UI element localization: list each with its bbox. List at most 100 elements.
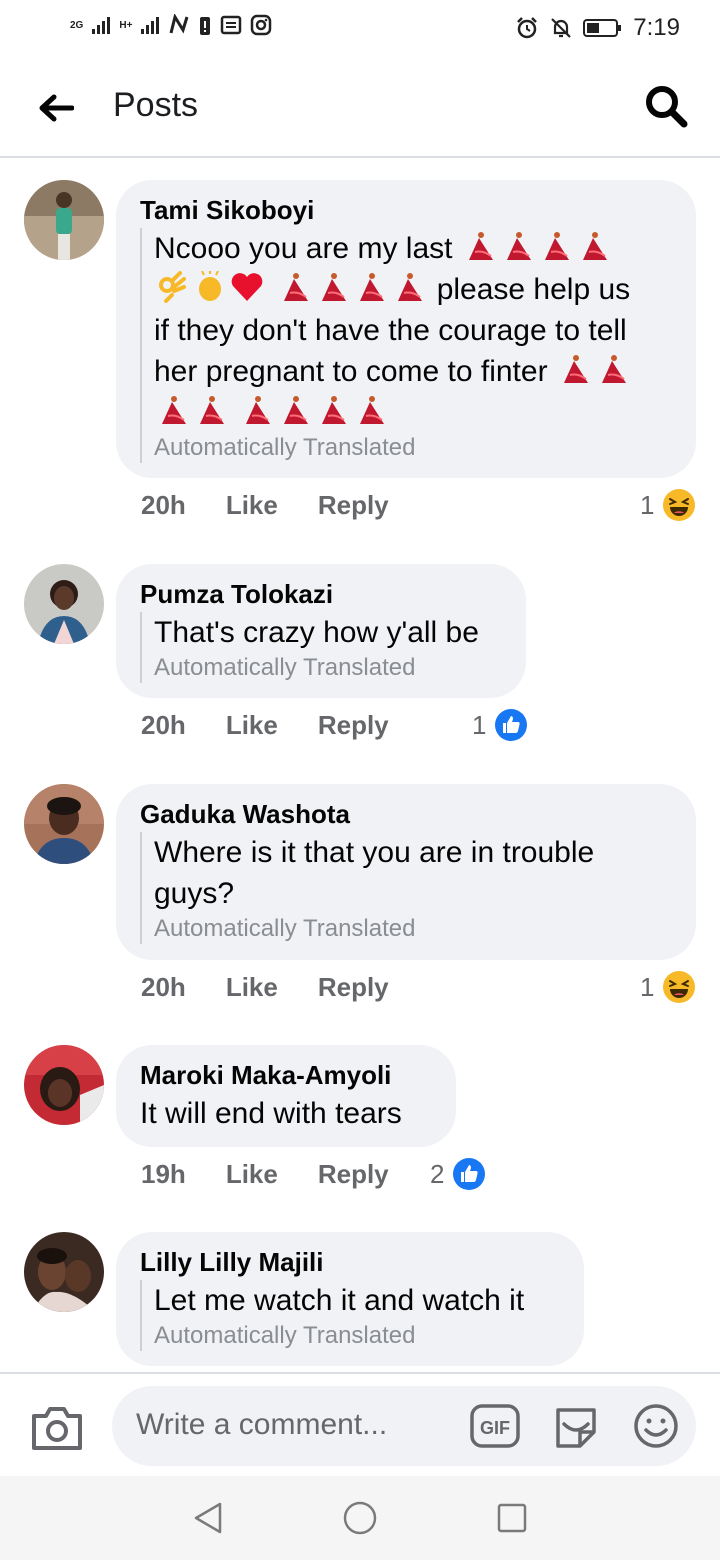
reply-button[interactable]: Reply [318, 490, 389, 521]
clap-emoji [192, 271, 230, 306]
reaction-count: 1 [472, 709, 487, 740]
auto-translated-label[interactable]: Automatically Translated [154, 1321, 560, 1351]
comment-author[interactable]: Pumza Tolokazi [140, 578, 502, 610]
avatar[interactable] [24, 1232, 104, 1312]
comment-bubble[interactable]: Gaduka Washota Where is it that you are … [116, 784, 696, 960]
signal-icon [92, 17, 111, 34]
haha-reaction-icon [663, 489, 696, 521]
comment-text-line: if they don't have the courage to tell [154, 314, 627, 347]
reaction-summary[interactable]: 1 [640, 488, 696, 522]
comment-text: That's crazy how y'all be [154, 616, 479, 649]
translated-quote: Let me watch it and watch it Automatical… [140, 1280, 560, 1351]
comment-author[interactable]: Tami Sikoboyi [140, 194, 672, 226]
smiley-icon [634, 1404, 678, 1448]
reaction-summary[interactable]: 1 [472, 708, 528, 742]
like-button[interactable]: Like [226, 490, 278, 521]
message-icon [221, 15, 242, 35]
top-app-bar: Posts [0, 56, 720, 158]
dancer-emoji-group [276, 273, 428, 306]
comment-timestamp[interactable]: 20h [141, 972, 186, 1003]
network-hplus-label: H+ [119, 19, 133, 31]
avatar[interactable] [24, 564, 104, 644]
comment-text: It will end with tears [140, 1097, 402, 1130]
translated-quote: That's crazy how y'all be Automatically … [140, 612, 502, 683]
avatar[interactable] [24, 1045, 104, 1125]
ok-hand-emoji [154, 271, 192, 306]
network-2g-label: 2G [70, 19, 84, 31]
comment-bubble[interactable]: Tami Sikoboyi Ncooo you are my last plea… [116, 180, 696, 478]
back-button[interactable] [34, 86, 78, 130]
auto-translated-label[interactable]: Automatically Translated [154, 653, 502, 683]
status-icons-right: 7:19 [515, 14, 680, 42]
comment-timestamp[interactable]: 20h [141, 710, 186, 741]
clock-time: 7:19 [633, 14, 680, 41]
nav-back-button[interactable] [190, 1500, 226, 1536]
sticker-button[interactable] [552, 1402, 600, 1450]
search-icon [646, 86, 688, 128]
comment-text-line: Ncooo you are my last [154, 228, 672, 269]
circle-home-icon [343, 1501, 377, 1535]
comment-author[interactable]: Maroki Maka-Amyoli [140, 1059, 432, 1091]
gif-button[interactable]: GIF [470, 1404, 520, 1448]
haha-reaction-icon [663, 971, 696, 1003]
arrow-left-icon [39, 94, 74, 122]
comment-text-line: Where is it that you are in trouble [154, 836, 595, 869]
reaction-count: 2 [430, 1158, 445, 1189]
reaction-summary[interactable]: 1 [640, 970, 696, 1004]
comment-input[interactable]: Write a comment... GIF [112, 1386, 696, 1466]
like-button[interactable]: Like [226, 710, 278, 741]
status-icons-left: 2G H+ [70, 14, 272, 36]
search-button[interactable] [642, 82, 690, 130]
comment-timestamp[interactable]: 19h [141, 1159, 186, 1190]
dancer-emoji-group [461, 232, 613, 265]
translated-quote: Ncooo you are my last please help us if … [140, 228, 672, 463]
avatar[interactable] [24, 784, 104, 864]
square-recents-icon [497, 1503, 527, 1533]
system-nav-bar [0, 1476, 720, 1560]
like-reaction-icon [495, 709, 528, 741]
comment-bubble[interactable]: Lilly Lilly Majili Let me watch it and w… [116, 1232, 584, 1366]
camera-button[interactable] [30, 1404, 84, 1452]
like-button[interactable]: Like [226, 972, 278, 1003]
reply-button[interactable]: Reply [318, 972, 389, 1003]
camera-icon [32, 1407, 82, 1450]
auto-translated-label[interactable]: Automatically Translated [154, 914, 672, 944]
reaction-count: 1 [640, 489, 655, 520]
translated-quote: Where is it that you are in trouble guys… [140, 832, 672, 944]
status-bar: 2G H+ 7:19 [0, 0, 720, 56]
comment-author[interactable]: Gaduka Washota [140, 798, 672, 830]
alarm-icon [517, 17, 538, 39]
battery-alert-icon [200, 17, 211, 35]
auto-translated-label[interactable]: Automatically Translated [154, 433, 672, 463]
instagram-icon [251, 14, 272, 36]
comment-text-line [154, 392, 672, 433]
reply-button[interactable]: Reply [318, 710, 389, 741]
comment-actions: 20h Like Reply [141, 710, 389, 741]
mute-icon [551, 18, 572, 38]
avatar[interactable] [24, 180, 104, 260]
signal-icon-2 [141, 17, 160, 34]
comment-text: Let me watch it and watch it [154, 1284, 525, 1317]
gif-icon: GIF [470, 1404, 520, 1448]
emoji-button[interactable] [632, 1402, 680, 1450]
comment-actions: 20h Like Reply [141, 972, 389, 1003]
comment-bubble[interactable]: Maroki Maka-Amyoli It will end with tear… [116, 1045, 456, 1147]
comments-list: Tami Sikoboyi Ncooo you are my last plea… [0, 160, 720, 1372]
like-button[interactable]: Like [226, 1159, 278, 1190]
comment-author[interactable]: Lilly Lilly Majili [140, 1246, 560, 1278]
nav-recents-button[interactable] [496, 1502, 528, 1534]
comment-text-line: please help us [154, 269, 672, 310]
reply-button[interactable]: Reply [318, 1159, 389, 1190]
nav-home-button[interactable] [342, 1500, 378, 1536]
triangle-back-icon [194, 1502, 222, 1534]
comment-composer: Write a comment... GIF [0, 1372, 720, 1476]
reaction-count: 1 [640, 971, 655, 1002]
comment-bubble[interactable]: Pumza Tolokazi That's crazy how y'all be… [116, 564, 526, 698]
reaction-summary[interactable]: 2 [430, 1157, 486, 1191]
comment-placeholder: Write a comment... [136, 1408, 388, 1441]
comment-timestamp[interactable]: 20h [141, 490, 186, 521]
comment-text-line: guys? [154, 877, 235, 910]
dancer-emoji-group [556, 355, 632, 388]
comment-actions: 19h Like Reply [141, 1159, 389, 1190]
comment-text-line: her pregnant to come to finter [154, 351, 672, 392]
